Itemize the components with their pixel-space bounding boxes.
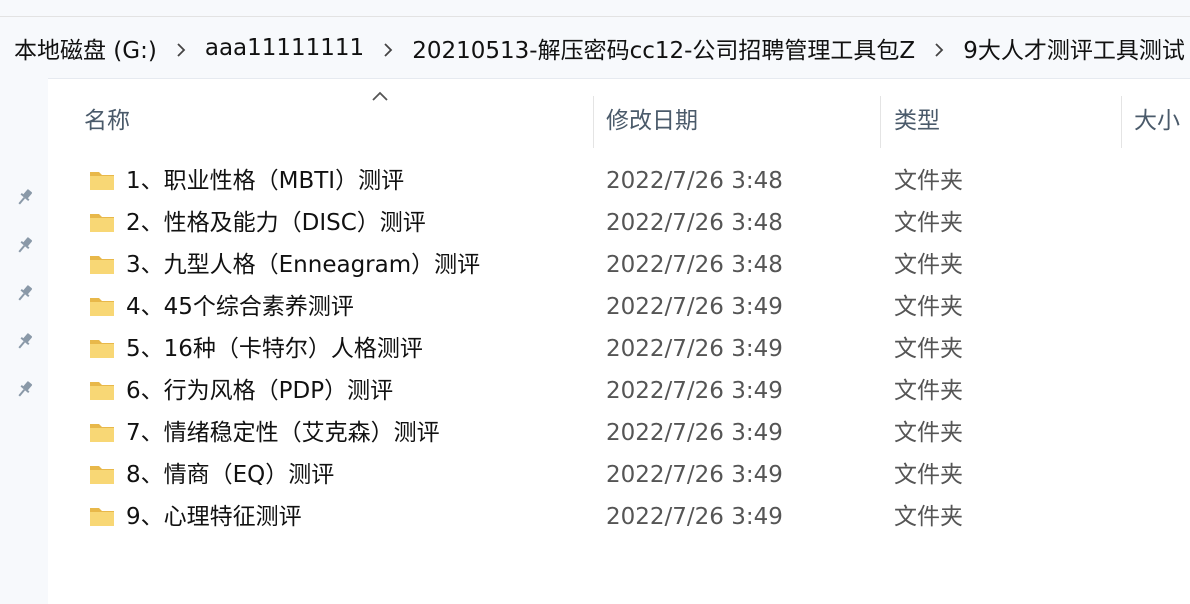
file-date: 2022/7/26 3:49 <box>606 420 783 446</box>
list-item[interactable]: 3、九型人格（Enneagram）测评 2022/7/26 3:48 文件夹 <box>48 244 1190 286</box>
file-type: 文件夹 <box>894 378 963 404</box>
file-type: 文件夹 <box>894 210 963 236</box>
column-header-date[interactable]: 修改日期 <box>606 106 698 136</box>
file-date: 2022/7/26 3:48 <box>606 168 783 194</box>
file-type: 文件夹 <box>894 294 963 320</box>
folder-icon <box>88 460 116 488</box>
file-date: 2022/7/26 3:48 <box>606 210 783 236</box>
list-item[interactable]: 6、行为风格（PDP）测评 2022/7/26 3:49 文件夹 <box>48 370 1190 412</box>
folder-icon <box>88 334 116 362</box>
chevron-up-icon <box>370 88 390 102</box>
file-type: 文件夹 <box>894 462 963 488</box>
pin-icon[interactable] <box>14 330 36 352</box>
list-item[interactable]: 5、16种（卡特尔）人格测评 2022/7/26 3:49 文件夹 <box>48 328 1190 370</box>
pin-icon[interactable] <box>14 378 36 400</box>
folder-icon <box>88 250 116 278</box>
file-type: 文件夹 <box>894 336 963 362</box>
address-bar[interactable]: 本地磁盘 (G:) aaa11111111 20210513-解压密码cc12-… <box>0 0 1190 79</box>
list-item[interactable]: 9、心理特征测评 2022/7/26 3:49 文件夹 <box>48 496 1190 538</box>
column-header-size[interactable]: 大小 <box>1134 106 1180 136</box>
column-header-type[interactable]: 类型 <box>894 106 940 136</box>
file-name: 3、九型人格（Enneagram）测评 <box>126 252 481 278</box>
file-name: 6、行为风格（PDP）测评 <box>126 378 394 404</box>
folder-icon <box>88 166 116 194</box>
file-name: 1、职业性格（MBTI）测评 <box>126 168 405 194</box>
file-date: 2022/7/26 3:49 <box>606 504 783 530</box>
file-name: 7、情绪稳定性（艾克森）测评 <box>126 420 440 446</box>
breadcrumb-item-drive[interactable]: 本地磁盘 (G:) <box>10 31 161 65</box>
quick-access-pin-strip <box>0 78 48 604</box>
file-date: 2022/7/26 3:49 <box>606 462 783 488</box>
folder-icon <box>88 208 116 236</box>
folder-icon <box>88 376 116 404</box>
column-header-name[interactable]: 名称 <box>84 106 130 136</box>
breadcrumb: 本地磁盘 (G:) aaa11111111 20210513-解压密码cc12-… <box>10 30 1189 66</box>
breadcrumb-item-folder-3[interactable]: 9大人才测评工具测试 <box>959 31 1189 65</box>
file-date: 2022/7/26 3:49 <box>606 294 783 320</box>
column-divider[interactable] <box>880 96 881 148</box>
pin-icon[interactable] <box>14 186 36 208</box>
list-item[interactable]: 2、性格及能力（DISC）测评 2022/7/26 3:48 文件夹 <box>48 202 1190 244</box>
file-name: 2、性格及能力（DISC）测评 <box>126 210 426 236</box>
file-list: 1、职业性格（MBTI）测评 2022/7/26 3:48 文件夹 2、性格及能… <box>48 160 1190 538</box>
breadcrumb-item-folder-1[interactable]: aaa11111111 <box>201 35 368 61</box>
list-item[interactable]: 1、职业性格（MBTI）测评 2022/7/26 3:48 文件夹 <box>48 160 1190 202</box>
divider <box>0 16 1190 17</box>
pin-icon[interactable] <box>14 234 36 256</box>
file-explorer-window: 本地磁盘 (G:) aaa11111111 20210513-解压密码cc12-… <box>0 0 1190 604</box>
chevron-right-icon[interactable] <box>919 36 959 60</box>
file-name: 5、16种（卡特尔）人格测评 <box>126 336 423 362</box>
breadcrumb-item-folder-2[interactable]: 20210513-解压密码cc12-公司招聘管理工具包Z <box>408 31 919 65</box>
column-divider[interactable] <box>1121 96 1122 148</box>
file-name: 4、45个综合素养测评 <box>126 294 354 320</box>
chevron-right-icon[interactable] <box>161 36 201 60</box>
file-type: 文件夹 <box>894 420 963 446</box>
pin-icon[interactable] <box>14 282 36 304</box>
list-item[interactable]: 4、45个综合素养测评 2022/7/26 3:49 文件夹 <box>48 286 1190 328</box>
column-divider[interactable] <box>593 96 594 148</box>
list-item[interactable]: 7、情绪稳定性（艾克森）测评 2022/7/26 3:49 文件夹 <box>48 412 1190 454</box>
file-type: 文件夹 <box>894 168 963 194</box>
file-date: 2022/7/26 3:49 <box>606 378 783 404</box>
file-name: 8、情商（EQ）测评 <box>126 462 335 488</box>
file-date: 2022/7/26 3:49 <box>606 336 783 362</box>
column-header-bar: 名称 修改日期 类型 大小 <box>48 78 1190 148</box>
folder-icon <box>88 292 116 320</box>
folder-icon <box>88 502 116 530</box>
file-type: 文件夹 <box>894 504 963 530</box>
folder-icon <box>88 418 116 446</box>
chevron-right-icon[interactable] <box>368 36 408 60</box>
file-date: 2022/7/26 3:48 <box>606 252 783 278</box>
file-name: 9、心理特征测评 <box>126 504 302 530</box>
list-item[interactable]: 8、情商（EQ）测评 2022/7/26 3:49 文件夹 <box>48 454 1190 496</box>
file-type: 文件夹 <box>894 252 963 278</box>
